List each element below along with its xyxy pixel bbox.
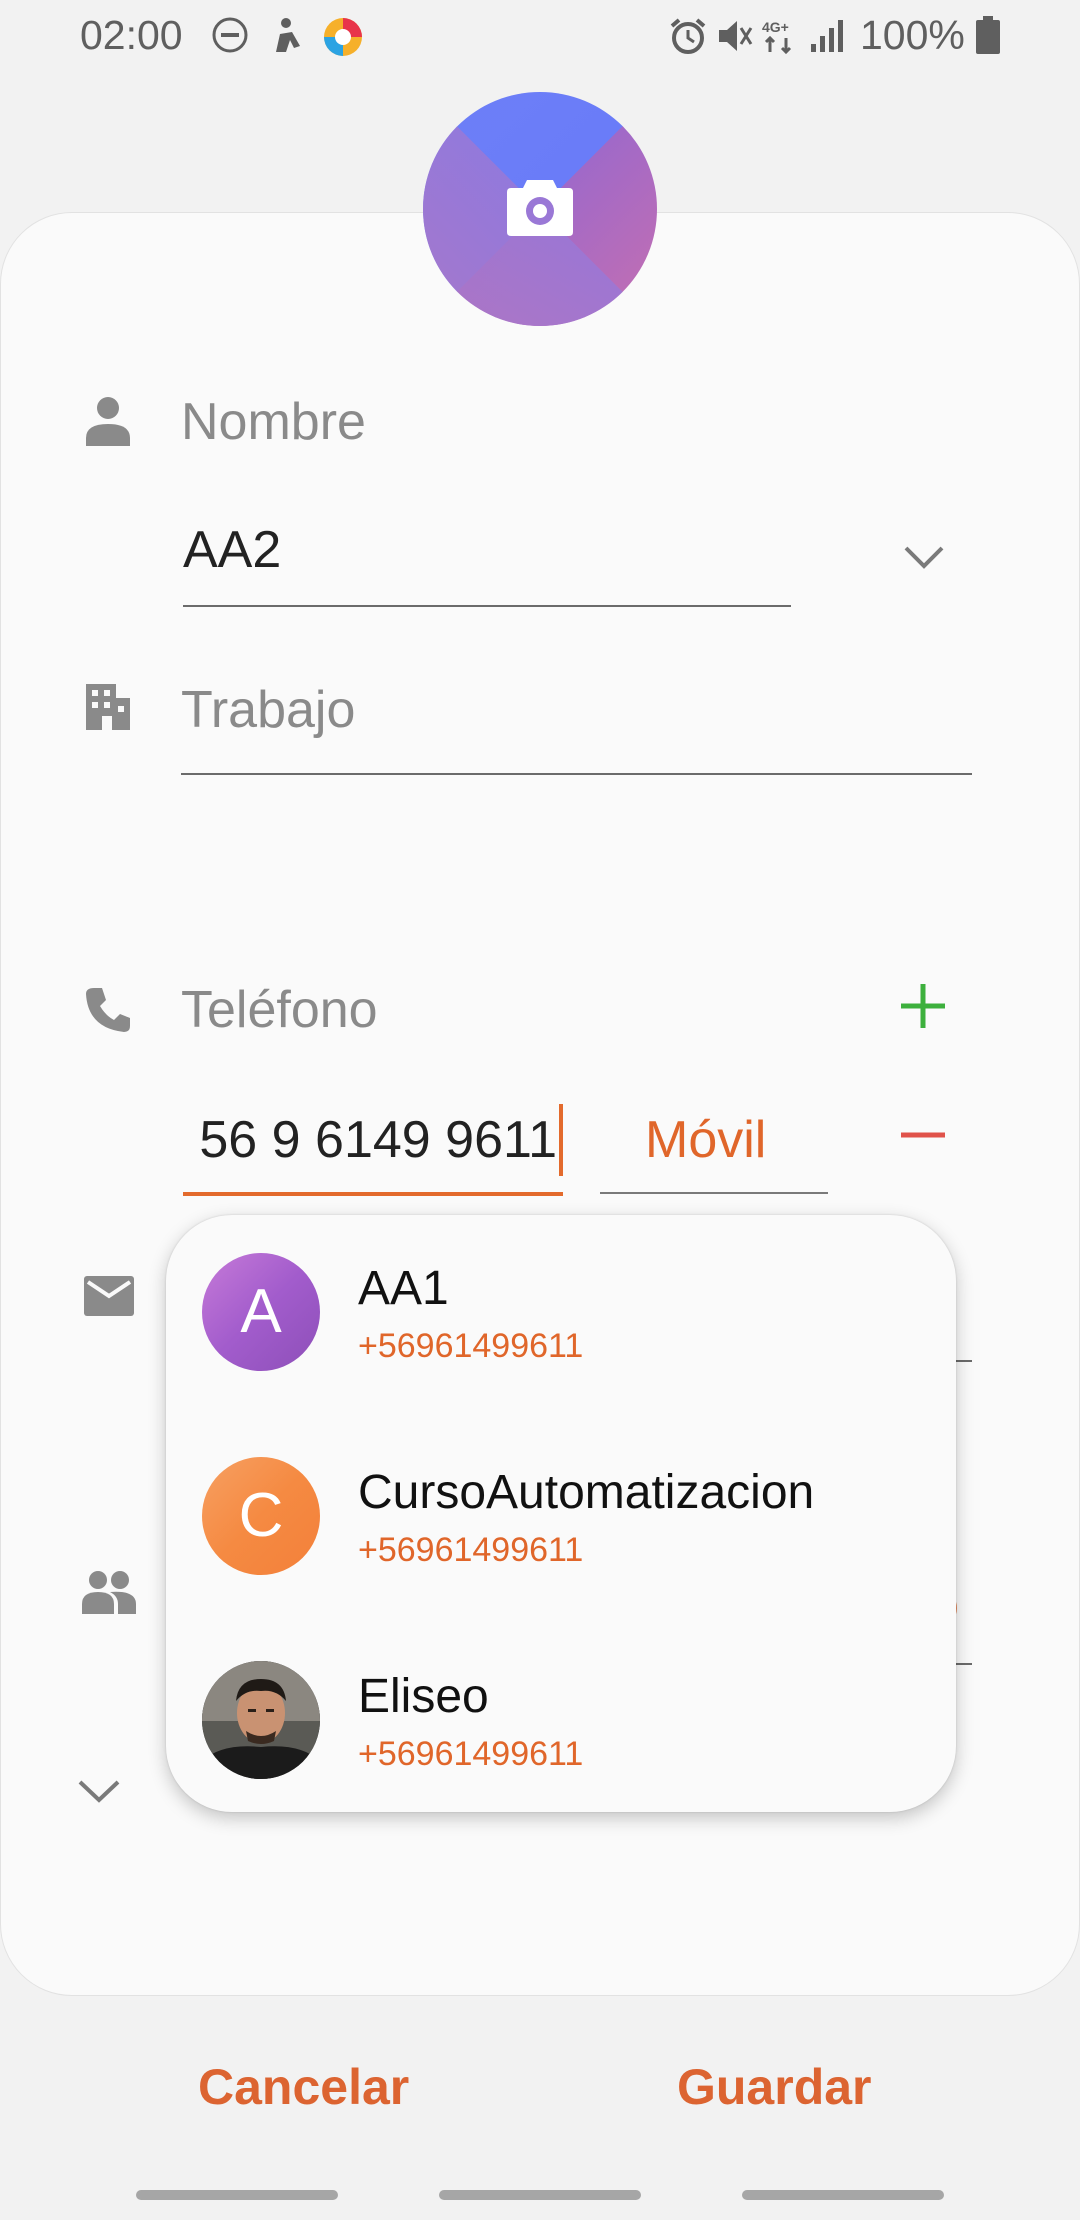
camera-icon: [507, 176, 573, 241]
suggestion-number: +56961499611: [358, 1735, 584, 1773]
work-underline: [181, 773, 972, 775]
avatar-photo: [202, 1661, 320, 1779]
phone-input-underline: [183, 1192, 563, 1196]
contact-photo-button[interactable]: [423, 92, 657, 326]
cancel-button[interactable]: Cancelar: [198, 2058, 409, 2116]
status-time: 02:00: [80, 12, 183, 58]
suggestion-number: +56961499611: [358, 1531, 584, 1569]
do-not-disturb-icon: [211, 16, 249, 59]
nav-recent-button[interactable]: [136, 2190, 338, 2200]
avatar: A: [202, 1253, 320, 1371]
phone-number-input[interactable]: 56 9 6149 9611: [183, 1098, 563, 1194]
phone-label: Teléfono: [181, 981, 378, 1039]
building-icon: [86, 684, 130, 735]
suggestion-number: +56961499611: [358, 1327, 584, 1365]
network-4g-icon: 4G+: [760, 16, 800, 61]
add-phone-button[interactable]: [897, 980, 949, 1037]
nav-back-button[interactable]: [742, 2190, 944, 2200]
phone-type-underline: [600, 1192, 828, 1194]
nav-home-button[interactable]: [439, 2190, 641, 2200]
person-icon: [86, 396, 130, 451]
signal-icon: [808, 16, 848, 61]
work-input[interactable]: Trabajo: [181, 680, 355, 740]
more-fields-chevron-icon[interactable]: [76, 1778, 122, 1811]
battery-icon: [976, 16, 1000, 61]
phone-number-value: 56 9 6149 9611: [199, 1111, 557, 1169]
name-input[interactable]: AA2: [183, 520, 281, 580]
mute-icon: [715, 16, 755, 61]
notification-figure-icon: [270, 16, 306, 59]
save-button[interactable]: Guardar: [677, 2058, 872, 2116]
suggestion-name: CursoAutomatizacion: [358, 1466, 815, 1519]
suggestion-name: AA1: [358, 1262, 449, 1315]
name-underline: [183, 605, 791, 607]
remove-phone-button[interactable]: [897, 1125, 949, 1150]
expand-name-chevron-icon[interactable]: [902, 544, 946, 577]
browser-app-icon: [322, 16, 364, 63]
suggestion-item[interactable]: C CursoAutomatizacion +56961499611: [166, 1419, 956, 1609]
avatar-initial: A: [240, 1277, 282, 1346]
avatar-initial: C: [238, 1481, 284, 1550]
email-icon: [84, 1276, 134, 1321]
group-icon: [82, 1570, 136, 1619]
phone-icon: [84, 986, 132, 1039]
suggestion-item[interactable]: A AA1 +56961499611: [166, 1215, 956, 1405]
avatar: C: [202, 1457, 320, 1575]
suggestion-item[interactable]: Eliseo +56961499611: [166, 1623, 956, 1813]
status-bar: 02:00 4G+ 100%: [0, 0, 1080, 70]
text-cursor: [559, 1104, 563, 1176]
svg-text:4G+: 4G+: [762, 19, 789, 35]
battery-percentage: 100%: [860, 12, 965, 58]
name-label: Nombre: [181, 393, 366, 451]
contact-suggestions-dropdown: A AA1 +56961499611 C CursoAutomatizacion…: [166, 1215, 956, 1812]
suggestion-name: Eliseo: [358, 1670, 489, 1723]
alarm-icon: [668, 16, 708, 61]
phone-type-dropdown[interactable]: Móvil: [645, 1110, 766, 1170]
